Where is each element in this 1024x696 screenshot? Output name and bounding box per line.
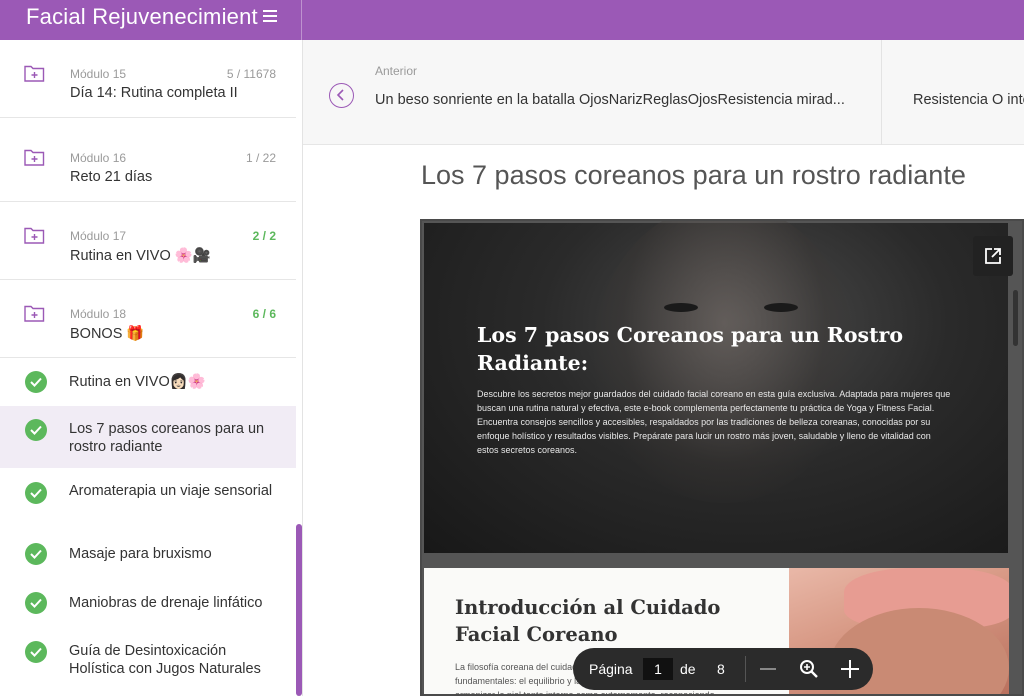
folder-plus-icon <box>24 65 45 82</box>
intro-title: Introducción al Cuidado Facial Coreano <box>455 596 721 646</box>
check-circle-icon <box>25 543 47 565</box>
lesson-title: Los 7 pasos coreanos para un rostro radi… <box>69 421 265 455</box>
pdf-page-toolbar: Página de 8 <box>573 648 873 690</box>
module-count: 6 / 6 <box>252 307 276 321</box>
module-title: Rutina en VIVO 🌸🎥 <box>70 248 211 264</box>
check-circle-icon <box>25 592 47 614</box>
open-external-button[interactable] <box>973 236 1013 276</box>
folder-plus-icon <box>24 149 45 166</box>
sidebar-header: Facial Rejuvenecimiento <box>0 0 302 40</box>
viewer-scrollbar[interactable] <box>1013 290 1018 346</box>
plus-icon[interactable] <box>841 660 859 678</box>
module-count: 2 / 2 <box>252 229 276 243</box>
zoom-in-icon[interactable] <box>799 659 819 679</box>
check-circle-icon <box>25 482 47 504</box>
lesson-title: Masaje para bruxismo <box>69 546 212 562</box>
page-label: Página <box>589 661 633 677</box>
cover-title: Los 7 pasos Coreanos para un Rostro Radi… <box>477 323 904 375</box>
chevron-left-icon[interactable] <box>329 83 354 108</box>
lesson-title: Aromaterapia un viaje sensorial <box>69 483 273 499</box>
module-title: Reto 21 días <box>70 169 153 185</box>
module-label: Módulo 18 <box>70 307 127 321</box>
page-total: 8 <box>717 661 725 677</box>
nav-divider <box>881 40 882 145</box>
module-count: 5 / 11678 <box>226 67 276 81</box>
lesson-item-active[interactable]: Los 7 pasos coreanos para un rostro radi… <box>0 406 296 468</box>
check-circle-icon <box>25 419 47 441</box>
lesson-item[interactable]: Aromaterapia un viaje sensorial <box>0 468 296 530</box>
sidebar-module[interactable]: Módulo 16 1 / 22 Reto 21 días <box>0 124 296 202</box>
check-circle-icon <box>25 641 47 663</box>
lesson-item[interactable]: Masaje para bruxismo <box>0 530 296 578</box>
prev-lesson-link[interactable]: Un beso sonriente en la batalla OjosNari… <box>375 92 845 108</box>
lesson-item[interactable]: Guía de Desintoxicación Holística con Ju… <box>0 628 296 696</box>
module-count: 1 / 22 <box>245 151 276 165</box>
lesson-navigation: Anterior Un beso sonriente en la batalla… <box>303 40 1024 145</box>
app-title: Facial Rejuvenecimiento <box>26 4 258 29</box>
lesson-item[interactable]: Maniobras de drenaje linfático <box>0 578 296 628</box>
sidebar-module[interactable]: Módulo 17 2 / 2 Rutina en VIVO 🌸🎥 <box>0 202 296 280</box>
lesson-title: Rutina en VIVO👩🏻🌸 <box>69 374 206 390</box>
sidebar-scrollbar[interactable] <box>296 524 302 696</box>
toolbar-divider <box>745 656 746 682</box>
page-number-input[interactable] <box>643 658 673 680</box>
module-label: Módulo 16 <box>70 151 127 165</box>
zoom-out-button[interactable] <box>760 668 776 670</box>
module-label: Módulo 17 <box>70 229 127 243</box>
module-title: Día 14: Rutina completa II <box>70 85 238 101</box>
menu-icon[interactable] <box>263 10 277 24</box>
sidebar-module[interactable]: Módulo 18 6 / 6 BONOS 🎁 <box>0 280 296 358</box>
external-link-icon <box>985 248 1001 264</box>
sidebar-module[interactable]: Módulo 15 5 / 11678 Día 14: Rutina compl… <box>0 40 296 118</box>
pdf-page-cover: Los 7 pasos Coreanos para un Rostro Radi… <box>424 221 1013 553</box>
folder-plus-icon <box>24 305 45 322</box>
check-circle-icon <box>25 371 47 393</box>
folder-plus-icon <box>24 227 45 244</box>
top-bar: Facial Rejuvenecimiento <box>0 0 1024 40</box>
cover-photo-detail <box>764 303 798 312</box>
lesson-title: Maniobras de drenaje linfático <box>69 595 263 611</box>
lesson-item[interactable]: Rutina en VIVO👩🏻🌸 <box>0 358 296 406</box>
module-label: Módulo 15 <box>70 67 127 81</box>
next-lesson-link[interactable]: Resistencia O inte <box>913 92 1024 108</box>
page-title: Los 7 pasos coreanos para un rostro radi… <box>421 160 966 190</box>
prev-lesson-label: Anterior <box>375 64 418 78</box>
cover-text: Descubre los secretos mejor guardados de… <box>477 389 951 455</box>
page-of-label: de <box>680 661 696 677</box>
cover-photo-detail <box>664 303 698 312</box>
lesson-title: Guía de Desintoxicación Holística con Ju… <box>69 643 261 677</box>
module-title: BONOS 🎁 <box>70 326 145 342</box>
sidebar: Módulo 15 5 / 11678 Día 14: Rutina compl… <box>0 40 303 696</box>
pdf-viewer[interactable]: Los 7 pasos Coreanos para un Rostro Radi… <box>420 219 1024 696</box>
